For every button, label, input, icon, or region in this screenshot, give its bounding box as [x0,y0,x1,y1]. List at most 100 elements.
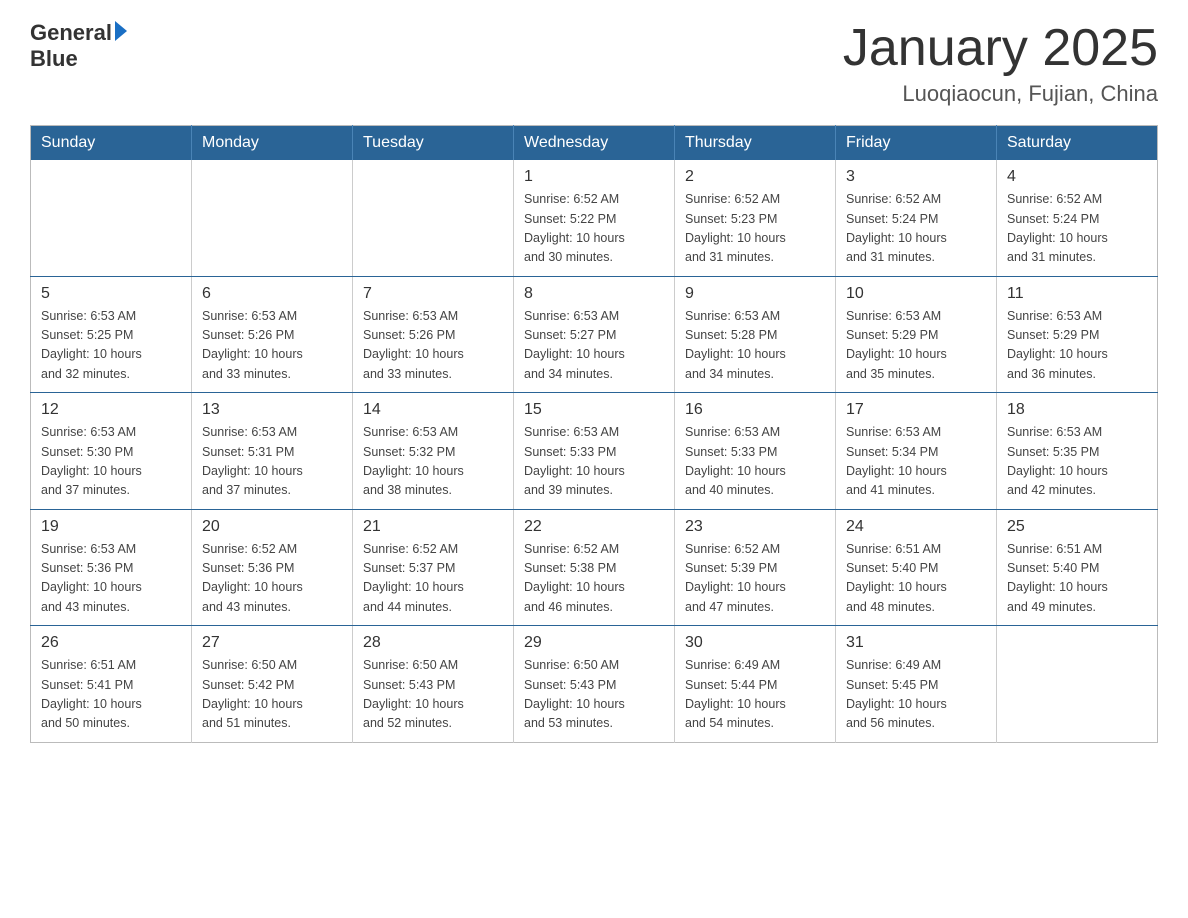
calendar-cell: 25Sunrise: 6:51 AM Sunset: 5:40 PM Dayli… [997,509,1158,626]
day-info: Sunrise: 6:53 AM Sunset: 5:26 PM Dayligh… [202,307,342,385]
calendar-week-5: 26 Sunrise: 6:51 AM Sunset: 5:41 PM Dayli… [31,626,1158,743]
logo-blue-text: Blue [30,46,127,72]
day-number: 18 [1007,401,1147,419]
day-info: Sunrise: 6:49 AM Sunset: 5:45 PM Dayligh… [846,656,986,734]
day-number: 16 [685,401,825,419]
day-number: 24 [846,518,986,536]
calendar-cell: 18Sunrise: 6:53 AM Sunset: 5:35 PM Dayli… [997,393,1158,510]
calendar-cell: 26 Sunrise: 6:51 AM Sunset: 5:41 PM Dayli… [31,626,192,743]
calendar-cell: 27Sunrise: 6:50 AM Sunset: 5:42 PM Dayli… [192,626,353,743]
day-number: 11 [1007,285,1147,303]
day-info: Sunrise: 6:51 AM Sunset: 5:40 PM Dayligh… [846,540,986,618]
day-info: Sunrise: 6:53 AM Sunset: 5:25 PM Dayligh… [41,307,181,385]
calendar-cell: 7 Sunrise: 6:53 AM Sunset: 5:26 PM Daylig… [353,276,514,393]
day-info: Sunrise: 6:51 AM Sunset: 5:41 PM Dayligh… [41,656,181,734]
day-info: Sunrise: 6:53 AM Sunset: 5:27 PM Dayligh… [524,307,664,385]
day-number: 1 [524,168,664,186]
day-info: Sunrise: 6:50 AM Sunset: 5:43 PM Dayligh… [524,656,664,734]
title-block: January 2025 Luoqiaocun, Fujian, China [843,20,1158,107]
day-number: 15 [524,401,664,419]
calendar-cell: 9 Sunrise: 6:53 AM Sunset: 5:28 PM Daylig… [675,276,836,393]
calendar-cell: 12 Sunrise: 6:53 AM Sunset: 5:30 PM Dayli… [31,393,192,510]
day-number: 31 [846,634,986,652]
weekday-header-saturday: Saturday [997,126,1158,161]
day-info: Sunrise: 6:53 AM Sunset: 5:30 PM Dayligh… [41,423,181,501]
day-info: Sunrise: 6:52 AM Sunset: 5:22 PM Dayligh… [524,190,664,268]
day-number: 8 [524,285,664,303]
calendar-table: SundayMondayTuesdayWednesdayThursdayFrid… [30,125,1158,743]
day-info: Sunrise: 6:53 AM Sunset: 5:29 PM Dayligh… [1007,307,1147,385]
calendar-cell: 21 Sunrise: 6:52 AM Sunset: 5:37 PM Dayli… [353,509,514,626]
day-number: 22 [524,518,664,536]
day-number: 10 [846,285,986,303]
calendar-cell: 1 Sunrise: 6:52 AM Sunset: 5:22 PM Daylig… [514,160,675,276]
day-number: 17 [846,401,986,419]
weekday-header-row: SundayMondayTuesdayWednesdayThursdayFrid… [31,126,1158,161]
day-info: Sunrise: 6:52 AM Sunset: 5:39 PM Dayligh… [685,540,825,618]
day-info: Sunrise: 6:51 AM Sunset: 5:40 PM Dayligh… [1007,540,1147,618]
day-info: Sunrise: 6:53 AM Sunset: 5:33 PM Dayligh… [685,423,825,501]
calendar-cell: 28 Sunrise: 6:50 AM Sunset: 5:43 PM Dayli… [353,626,514,743]
weekday-header-wednesday: Wednesday [514,126,675,161]
day-number: 5 [41,285,181,303]
day-number: 29 [524,634,664,652]
day-info: Sunrise: 6:49 AM Sunset: 5:44 PM Dayligh… [685,656,825,734]
day-number: 9 [685,285,825,303]
day-number: 26 [41,634,181,652]
calendar-cell: 15 Sunrise: 6:53 AM Sunset: 5:33 PM Dayli… [514,393,675,510]
day-info: Sunrise: 6:50 AM Sunset: 5:43 PM Dayligh… [363,656,503,734]
day-info: Sunrise: 6:53 AM Sunset: 5:32 PM Dayligh… [363,423,503,501]
calendar-cell: 29 Sunrise: 6:50 AM Sunset: 5:43 PM Dayli… [514,626,675,743]
calendar-week-4: 19 Sunrise: 6:53 AM Sunset: 5:36 PM Dayli… [31,509,1158,626]
calendar-week-3: 12 Sunrise: 6:53 AM Sunset: 5:30 PM Dayli… [31,393,1158,510]
logo-arrow-icon [115,21,127,41]
day-info: Sunrise: 6:53 AM Sunset: 5:28 PM Dayligh… [685,307,825,385]
weekday-header-monday: Monday [192,126,353,161]
weekday-header-friday: Friday [836,126,997,161]
day-info: Sunrise: 6:50 AM Sunset: 5:42 PM Dayligh… [202,656,342,734]
weekday-header-tuesday: Tuesday [353,126,514,161]
day-info: Sunrise: 6:53 AM Sunset: 5:34 PM Dayligh… [846,423,986,501]
day-info: Sunrise: 6:53 AM Sunset: 5:33 PM Dayligh… [524,423,664,501]
day-number: 30 [685,634,825,652]
day-info: Sunrise: 6:53 AM Sunset: 5:36 PM Dayligh… [41,540,181,618]
day-number: 3 [846,168,986,186]
calendar-cell: 22 Sunrise: 6:52 AM Sunset: 5:38 PM Dayli… [514,509,675,626]
calendar-week-2: 5 Sunrise: 6:53 AM Sunset: 5:25 PM Daylig… [31,276,1158,393]
day-info: Sunrise: 6:52 AM Sunset: 5:23 PM Dayligh… [685,190,825,268]
day-info: Sunrise: 6:52 AM Sunset: 5:24 PM Dayligh… [846,190,986,268]
day-info: Sunrise: 6:52 AM Sunset: 5:36 PM Dayligh… [202,540,342,618]
calendar-cell: 30 Sunrise: 6:49 AM Sunset: 5:44 PM Dayli… [675,626,836,743]
calendar-cell: 19 Sunrise: 6:53 AM Sunset: 5:36 PM Dayli… [31,509,192,626]
day-info: Sunrise: 6:52 AM Sunset: 5:38 PM Dayligh… [524,540,664,618]
day-number: 6 [202,285,342,303]
calendar-cell [997,626,1158,743]
day-number: 7 [363,285,503,303]
day-number: 2 [685,168,825,186]
calendar-cell: 10Sunrise: 6:53 AM Sunset: 5:29 PM Dayli… [836,276,997,393]
calendar-cell: 13Sunrise: 6:53 AM Sunset: 5:31 PM Dayli… [192,393,353,510]
day-number: 28 [363,634,503,652]
weekday-header-thursday: Thursday [675,126,836,161]
calendar-cell: 8 Sunrise: 6:53 AM Sunset: 5:27 PM Daylig… [514,276,675,393]
calendar-cell: 2 Sunrise: 6:52 AM Sunset: 5:23 PM Daylig… [675,160,836,276]
calendar-cell: 6 Sunrise: 6:53 AM Sunset: 5:26 PM Daylig… [192,276,353,393]
day-info: Sunrise: 6:53 AM Sunset: 5:31 PM Dayligh… [202,423,342,501]
calendar-cell: 11 Sunrise: 6:53 AM Sunset: 5:29 PM Dayli… [997,276,1158,393]
calendar-cell [192,160,353,276]
day-info: Sunrise: 6:52 AM Sunset: 5:37 PM Dayligh… [363,540,503,618]
day-info: Sunrise: 6:53 AM Sunset: 5:26 PM Dayligh… [363,307,503,385]
day-number: 19 [41,518,181,536]
day-number: 21 [363,518,503,536]
calendar-cell: 31 Sunrise: 6:49 AM Sunset: 5:45 PM Dayli… [836,626,997,743]
month-title: January 2025 [843,20,1158,77]
page-header: General Blue January 2025 Luoqiaocun, Fu… [30,20,1158,107]
calendar-cell: 4Sunrise: 6:52 AM Sunset: 5:24 PM Daylig… [997,160,1158,276]
calendar-cell: 23 Sunrise: 6:52 AM Sunset: 5:39 PM Dayli… [675,509,836,626]
calendar-cell: 20Sunrise: 6:52 AM Sunset: 5:36 PM Dayli… [192,509,353,626]
calendar-cell: 16 Sunrise: 6:53 AM Sunset: 5:33 PM Dayli… [675,393,836,510]
weekday-header-sunday: Sunday [31,126,192,161]
day-number: 23 [685,518,825,536]
day-number: 12 [41,401,181,419]
calendar-cell [353,160,514,276]
